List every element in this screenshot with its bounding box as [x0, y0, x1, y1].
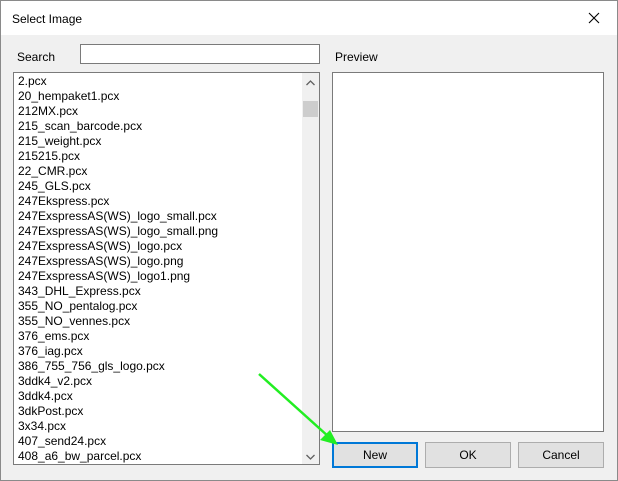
close-button[interactable] [571, 1, 617, 35]
list-item[interactable]: 376_iag.pcx [18, 344, 301, 359]
list-item[interactable]: 215_weight.pcx [18, 134, 301, 149]
list-item[interactable]: 215215.pcx [18, 149, 301, 164]
list-item[interactable]: 247ExspressAS(WS)_logo.png [18, 254, 301, 269]
list-item[interactable]: 215_scan_barcode.pcx [18, 119, 301, 134]
close-icon [588, 12, 600, 24]
list-item[interactable]: 247ExspressAS(WS)_logo_small.png [18, 224, 301, 239]
list-item[interactable]: 376_ems.pcx [18, 329, 301, 344]
window-title: Select Image [12, 12, 83, 26]
preview-area [332, 72, 604, 432]
list-item[interactable]: 408_a6_bw_parcel.pcx [18, 449, 301, 464]
list-item[interactable]: 247Ekspress.pcx [18, 194, 301, 209]
list-item[interactable]: 343_DHL_Express.pcx [18, 284, 301, 299]
list-item[interactable]: 212MX.pcx [18, 104, 301, 119]
ok-button[interactable]: OK [425, 442, 511, 468]
list-item[interactable]: 22_CMR.pcx [18, 164, 301, 179]
chevron-up-icon [306, 75, 315, 89]
list-item[interactable]: 3dkPost.pcx [18, 404, 301, 419]
scroll-up-button[interactable] [302, 73, 319, 90]
file-list[interactable]: 2.pcx 20_hempaket1.pcx 212MX.pcx 215_scan_b… [13, 72, 320, 465]
list-item[interactable]: 355_NO_vennes.pcx [18, 314, 301, 329]
file-list-scrollbar[interactable] [302, 73, 319, 464]
search-input[interactable] [80, 44, 320, 64]
list-item[interactable]: 2.pcx [18, 74, 301, 89]
list-item[interactable]: 355_NO_pentalog.pcx [18, 299, 301, 314]
file-list-items: 2.pcx 20_hempaket1.pcx 212MX.pcx 215_scan_b… [18, 74, 301, 464]
list-item[interactable]: 3ddk4.pcx [18, 389, 301, 404]
new-button[interactable]: New [332, 442, 418, 468]
scroll-thumb[interactable] [303, 101, 318, 117]
list-item[interactable]: 20_hempaket1.pcx [18, 89, 301, 104]
cancel-button[interactable]: Cancel [518, 442, 604, 468]
scroll-down-button[interactable] [302, 447, 319, 464]
list-item[interactable]: 247ExspressAS(WS)_logo.pcx [18, 239, 301, 254]
chevron-down-icon [306, 449, 315, 463]
list-item[interactable]: 247ExspressAS(WS)_logo_small.pcx [18, 209, 301, 224]
search-label: Search [17, 50, 56, 64]
preview-label: Preview [335, 50, 378, 64]
list-item[interactable]: 3ddk4_v2.pcx [18, 374, 301, 389]
list-item[interactable]: 407_send24.pcx [18, 434, 301, 449]
list-item[interactable]: 247ExspressAS(WS)_logo1.png [18, 269, 301, 284]
list-item[interactable]: 386_755_756_gls_logo.pcx [18, 359, 301, 374]
list-item[interactable]: 3x34.pcx [18, 419, 301, 434]
select-image-dialog: Select Image Search Preview 2.pcx 20_hemp… [0, 0, 618, 481]
title-bar: Select Image [1, 1, 617, 35]
list-item[interactable]: 245_GLS.pcx [18, 179, 301, 194]
